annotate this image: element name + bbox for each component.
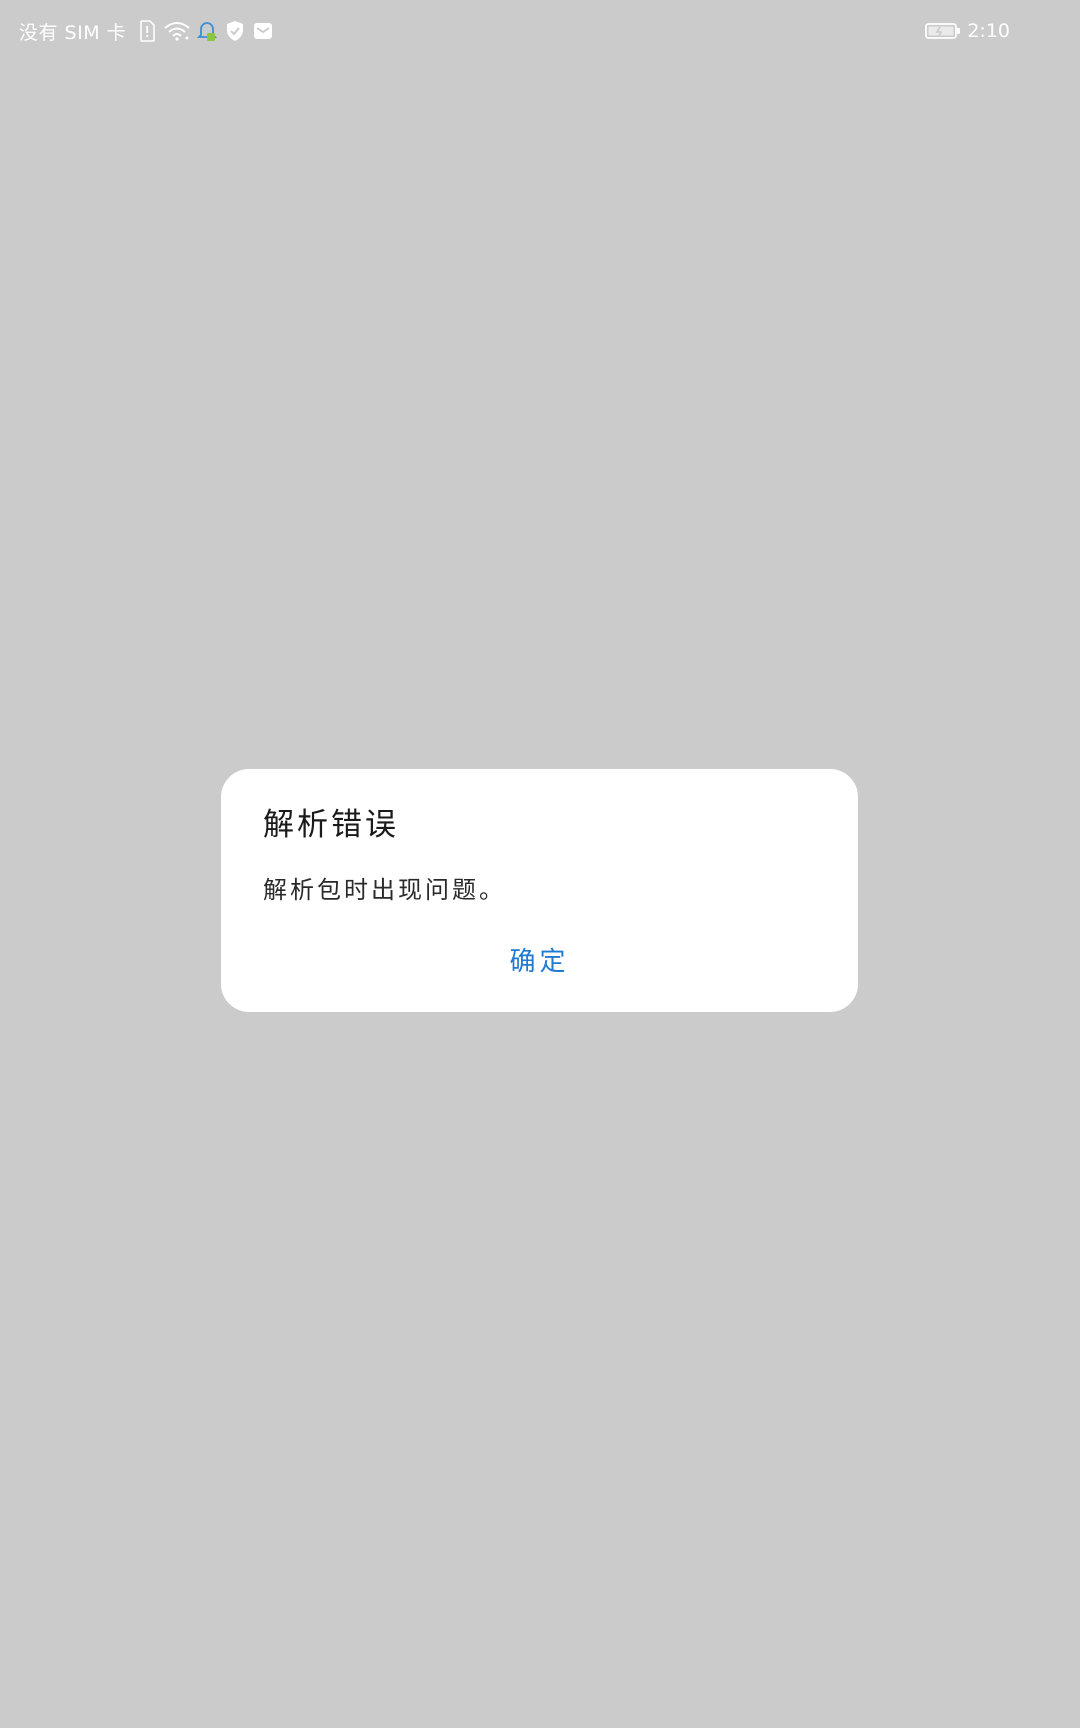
- clock-time: 2:10: [967, 20, 1010, 42]
- status-bar-right: 2:10: [925, 16, 1010, 46]
- notification-bell-icon: [196, 20, 218, 42]
- status-bar: 没有 SIM 卡 2:10: [0, 0, 1080, 62]
- message-icon: [252, 20, 274, 42]
- status-bar-left: 没有 SIM 卡: [19, 16, 274, 46]
- screen: 没有 SIM 卡 2:10 解析错误 解析包时出现问题。 确定: [0, 0, 1080, 1728]
- carrier-text: 没有 SIM 卡: [19, 21, 127, 44]
- error-dialog: 解析错误 解析包时出现问题。 确定: [221, 769, 858, 1012]
- sim-card-icon: [136, 20, 158, 42]
- dialog-message: 解析包时出现问题。: [263, 876, 506, 904]
- wifi-icon: [164, 20, 190, 42]
- shield-icon: [224, 20, 246, 42]
- dialog-title: 解析错误: [263, 807, 399, 843]
- confirm-button[interactable]: 确定: [221, 939, 858, 985]
- battery-charging-icon: [925, 20, 961, 42]
